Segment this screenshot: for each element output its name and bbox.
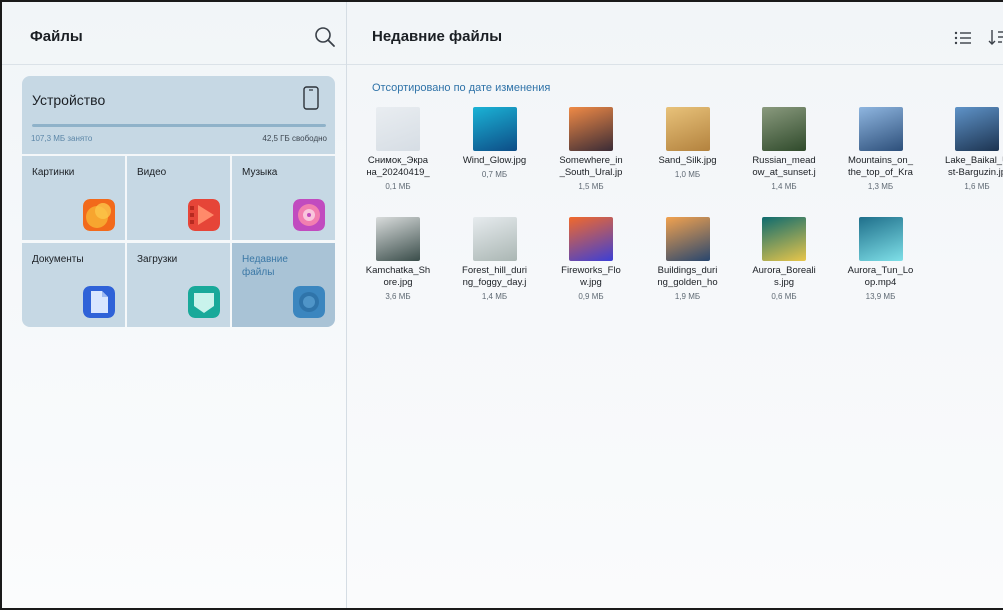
file-thumbnail xyxy=(472,217,517,261)
file-name: Kamchatka_Sh ore.jpg xyxy=(365,265,431,288)
sidebar-pane: Файлы Устройство 107,3 МБ занято 42,5 ГБ… xyxy=(2,2,347,608)
download-icon xyxy=(188,286,220,318)
file-thumbnail xyxy=(955,107,999,151)
storage-used: 107,3 МБ занято xyxy=(31,134,93,143)
file-name: Mountains_on_ the_top_of_Kra xyxy=(848,155,913,178)
file-thumbnail xyxy=(569,107,613,151)
file-thumbnail xyxy=(376,217,420,261)
file-name: Buildings_duri ng_golden_ho xyxy=(657,265,718,288)
file-size: 0,9 МБ xyxy=(578,292,604,301)
file-thumbnail xyxy=(762,107,806,151)
file-item[interactable]: Kamchatka_Sh ore.jpg 3,6 МБ xyxy=(350,217,446,302)
file-size: 13,9 МБ xyxy=(865,292,896,301)
images-icon xyxy=(83,199,115,231)
file-name: Lake_Baikal_U st-Barguzin.jp xyxy=(945,155,1003,178)
sidebar-title: Файлы xyxy=(30,28,83,45)
device-title: Устройство xyxy=(32,92,106,108)
category-label: Загрузки xyxy=(137,254,178,265)
file-name: Aurora_Tun_Lo op.mp4 xyxy=(847,265,914,288)
category-documents[interactable]: Документы xyxy=(22,243,125,327)
file-item[interactable]: Somewhere_in _South_Ural.jp 1,5 МБ xyxy=(543,107,639,192)
file-item[interactable]: Buildings_duri ng_golden_ho 1,9 МБ xyxy=(640,217,736,302)
file-size: 1,4 МБ xyxy=(771,182,797,191)
file-item[interactable]: Aurora_Boreali s.jpg 0,6 МБ xyxy=(736,217,832,302)
list-view-icon[interactable] xyxy=(953,29,973,47)
file-item[interactable]: Forest_hill_duri ng_foggy_day.j 1,4 МБ xyxy=(447,217,543,302)
file-name: Somewhere_in _South_Ural.jp xyxy=(559,155,623,178)
file-thumbnail xyxy=(858,217,903,261)
file-thumbnail xyxy=(376,107,420,151)
video-icon xyxy=(188,199,220,231)
file-name: Forest_hill_duri ng_foggy_day.j xyxy=(462,265,527,288)
file-name: Wind_Glow.jpg xyxy=(462,155,527,166)
file-size: 0,1 МБ xyxy=(385,182,411,191)
category-recent[interactable]: Недавние файлы xyxy=(232,243,335,327)
file-name: Russian_mead ow_at_sunset.j xyxy=(752,155,816,178)
phone-icon xyxy=(303,86,319,110)
category-label: Музыка xyxy=(242,167,278,178)
category-downloads[interactable]: Загрузки xyxy=(127,243,230,327)
category-label: Видео xyxy=(137,167,167,178)
file-size: 1,0 МБ xyxy=(674,170,701,179)
document-icon xyxy=(83,286,115,318)
file-thumbnail xyxy=(472,107,517,151)
file-size: 1,4 МБ xyxy=(481,292,508,301)
file-item[interactable]: Aurora_Tun_Lo op.mp4 13,9 МБ xyxy=(833,217,929,302)
category-label: Недавние файлы xyxy=(242,254,288,278)
file-name: Fireworks_Flo w.jpg xyxy=(561,265,621,288)
storage-card[interactable]: Устройство 107,3 МБ занято 42,5 ГБ свобо… xyxy=(22,76,335,154)
storage-free: 42,5 ГБ свободно xyxy=(262,134,327,143)
category-images[interactable]: Картинки xyxy=(22,156,125,240)
file-item[interactable]: Russian_mead ow_at_sunset.j 1,4 МБ xyxy=(736,107,832,192)
file-thumbnail xyxy=(665,217,710,261)
recent-icon xyxy=(293,286,325,318)
header-divider xyxy=(347,64,1003,65)
file-size: 1,9 МБ xyxy=(674,292,701,301)
file-item[interactable]: Mountains_on_ the_top_of_Kra 1,3 МБ xyxy=(833,107,929,192)
file-name: Sand_Silk.jpg xyxy=(658,155,717,166)
recent-files-pane: Недавние файлы Отсортировано по дате изм… xyxy=(347,2,1003,608)
file-thumbnail xyxy=(858,107,903,151)
search-icon[interactable] xyxy=(314,26,336,48)
file-item[interactable]: Снимок_Экра на_20240419_ 0,1 МБ xyxy=(350,107,446,192)
storage-usage-bar xyxy=(32,124,326,127)
category-label: Документы xyxy=(32,254,84,265)
file-size: 0,7 МБ xyxy=(481,170,508,179)
header-divider xyxy=(2,64,346,65)
file-thumbnail xyxy=(762,217,806,261)
file-size: 1,6 МБ xyxy=(964,182,990,191)
file-name: Снимок_Экра на_20240419_ xyxy=(366,155,430,178)
category-music[interactable]: Музыка xyxy=(232,156,335,240)
file-item[interactable]: Wind_Glow.jpg 0,7 МБ xyxy=(447,107,543,180)
file-size: 0,6 МБ xyxy=(771,292,797,301)
music-icon xyxy=(293,199,325,231)
file-item[interactable]: Sand_Silk.jpg 1,0 МБ xyxy=(640,107,736,180)
file-item[interactable]: Lake_Baikal_U st-Barguzin.jp 1,6 МБ xyxy=(929,107,1003,192)
file-thumbnail xyxy=(665,107,710,151)
page-title: Недавние файлы xyxy=(372,28,503,45)
category-label: Картинки xyxy=(32,167,75,178)
sort-label[interactable]: Отсортировано по дате изменения xyxy=(372,82,550,94)
file-item[interactable]: Fireworks_Flo w.jpg 0,9 МБ xyxy=(543,217,639,302)
category-grid: Картинки Видео Музыка Документы Загрузки… xyxy=(22,156,335,327)
file-name: Aurora_Boreali s.jpg xyxy=(752,265,816,288)
storage-usage-fill xyxy=(32,124,326,127)
category-video[interactable]: Видео xyxy=(127,156,230,240)
file-size: 1,3 МБ xyxy=(867,182,894,191)
sort-icon[interactable] xyxy=(987,27,1003,47)
file-size: 3,6 МБ xyxy=(385,292,411,301)
file-thumbnail xyxy=(569,217,613,261)
file-size: 1,5 МБ xyxy=(578,182,604,191)
app-window: Файлы Устройство 107,3 МБ занято 42,5 ГБ… xyxy=(0,0,1003,610)
